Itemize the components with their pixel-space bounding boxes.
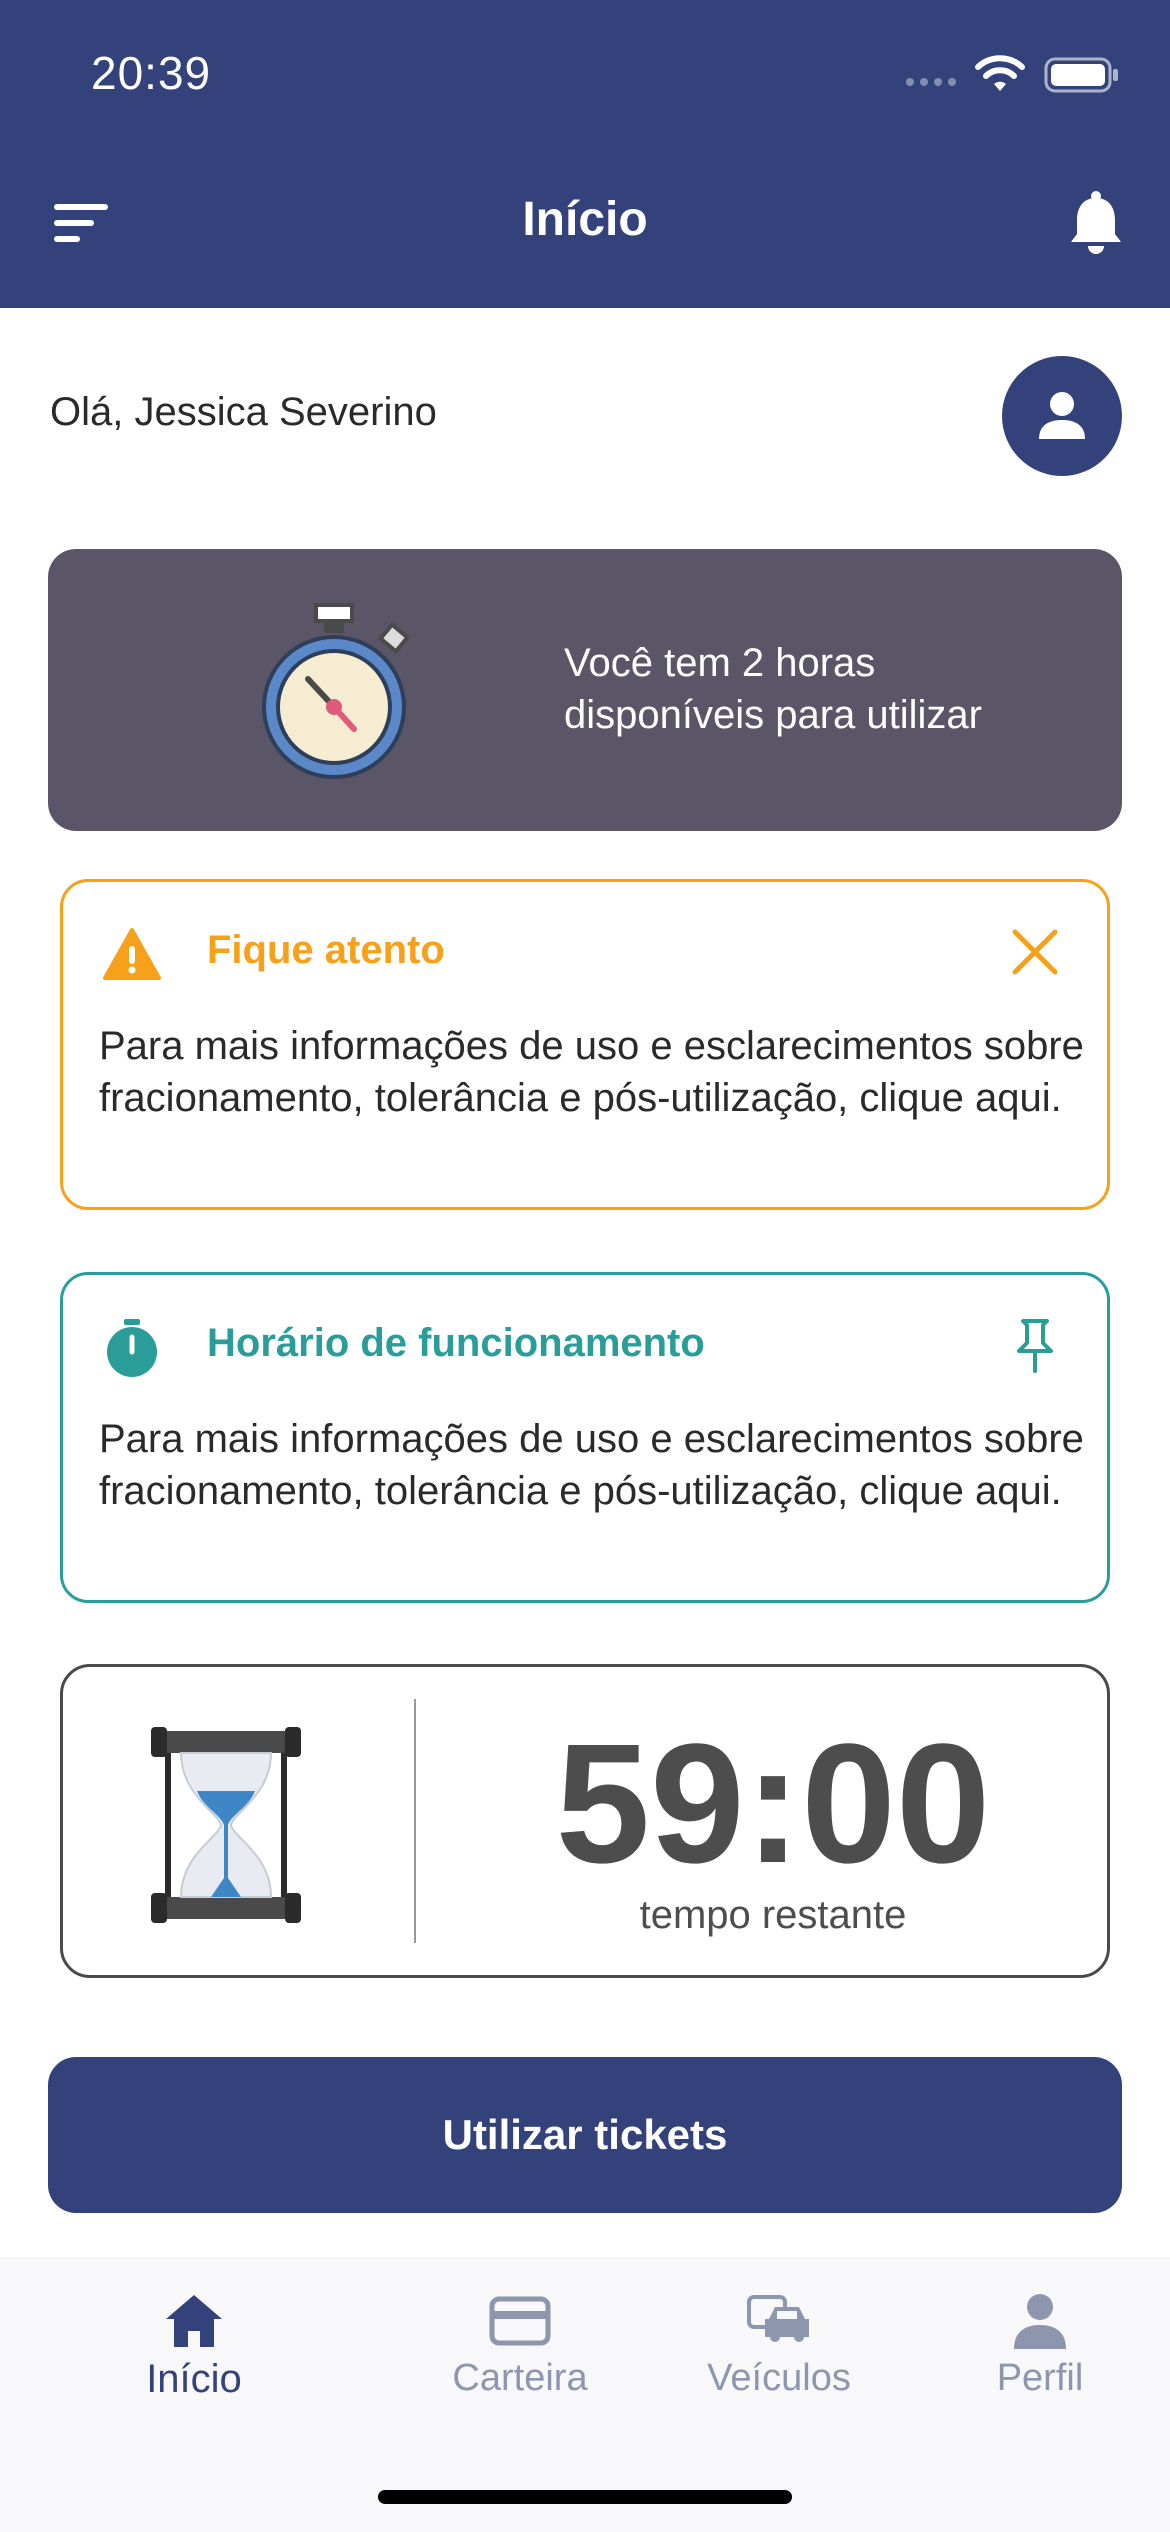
warning-icon: [103, 928, 161, 980]
opening-hours-alert[interactable]: Horário de funcionamento Para mais infor…: [60, 1272, 1110, 1603]
hours-line-1: Você tem 2 horas: [564, 641, 876, 685]
close-icon: [1012, 929, 1058, 975]
timer-value: 59:00: [555, 1709, 991, 1899]
warning-alert-title: Fique atento: [207, 928, 445, 972]
available-hours-card: Você tem 2 horas disponíveis para utiliz…: [48, 549, 1122, 831]
opening-hours-body: Para mais informações de uso e esclareci…: [99, 1417, 1084, 1513]
battery-icon: [1044, 57, 1118, 93]
signal-icon: [906, 78, 956, 86]
notifications-button[interactable]: [1066, 190, 1126, 256]
tab-carteira[interactable]: Carteira: [400, 2289, 640, 2400]
stopwatch-icon: [262, 603, 411, 779]
home-icon: [166, 2295, 222, 2347]
close-alert-button[interactable]: [1007, 924, 1063, 980]
timer-icon: [107, 1319, 157, 1377]
person-icon: [1039, 392, 1085, 439]
person-icon: [1014, 2294, 1066, 2349]
app-header: 20:39 Início: [0, 0, 1170, 308]
hours-available-text: Você tem 2 horas disponíveis para utiliz…: [564, 637, 1084, 741]
page-title: Início: [522, 193, 648, 246]
pin-icon: [1017, 1319, 1053, 1373]
opening-hours-title: Horário de funcionamento: [207, 1321, 705, 1365]
warning-alert-body: Para mais informações de uso e esclareci…: [99, 1024, 1084, 1120]
vehicles-icon: [747, 2295, 809, 2342]
remaining-time-card: 59:00 tempo restante: [60, 1664, 1110, 1978]
greeting-text: Olá, Jessica Severino: [50, 390, 437, 434]
timer-label: tempo restante: [639, 1893, 907, 1937]
tab-inicio-label: Início: [146, 2357, 242, 2401]
bell-icon: [1071, 191, 1121, 254]
status-time: 20:39: [91, 47, 212, 99]
hours-line-2: disponíveis para utilizar: [564, 693, 982, 737]
warning-alert[interactable]: Fique atento Para mais informações de us…: [60, 879, 1110, 1210]
tab-inicio[interactable]: Início: [74, 2289, 314, 2402]
home-screen: 20:39 Início Olá, Jessica Severino Você …: [0, 0, 1170, 2532]
home-indicator: [378, 2490, 792, 2504]
tab-carteira-label: Carteira: [452, 2357, 588, 2399]
tab-perfil[interactable]: Perfil: [920, 2289, 1160, 2400]
wifi-icon: [975, 55, 1025, 91]
card-icon: [489, 2296, 551, 2346]
timer-divider: [414, 1699, 416, 1943]
tab-veiculos[interactable]: Veículos: [659, 2289, 899, 2400]
tab-veiculos-label: Veículos: [707, 2357, 851, 2399]
hourglass-icon: [151, 1727, 301, 1923]
pin-button[interactable]: [1007, 1317, 1063, 1373]
tab-perfil-label: Perfil: [996, 2357, 1084, 2399]
status-icons: [906, 50, 1120, 100]
avatar-button[interactable]: [1002, 356, 1122, 476]
use-tickets-button[interactable]: Utilizar tickets: [48, 2057, 1122, 2213]
